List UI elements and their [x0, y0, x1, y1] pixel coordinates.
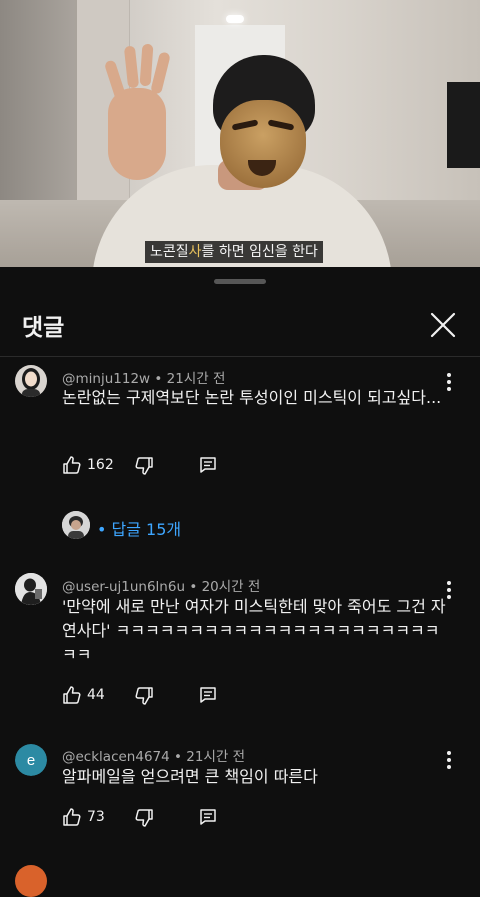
video-player[interactable]: 노콘질사를 하면 임신을 한다 [0, 0, 480, 267]
like-count: 162 [87, 457, 114, 473]
video-finger [150, 51, 171, 95]
thumbs-up-icon[interactable] [62, 807, 82, 827]
meta-separator: • [174, 749, 182, 765]
replies-label[interactable]: • 답글 15개 [97, 516, 181, 540]
like-count: 44 [87, 687, 105, 703]
thumbs-up-icon[interactable] [62, 685, 82, 705]
comment-time: 21시간 전 [166, 371, 226, 387]
reply-author-avatar [62, 511, 90, 539]
video-tv [447, 82, 480, 168]
caption-text-pre: 노콘질 [150, 244, 189, 260]
drag-handle[interactable] [214, 279, 266, 284]
comment-author[interactable]: @user-uj1un6ln6u [62, 579, 185, 595]
panel-title: 댓글 [22, 315, 65, 341]
meta-separator: • [154, 371, 163, 387]
reply-icon[interactable] [199, 808, 217, 826]
caption-text-post: 를 하면 임신을 한다 [201, 244, 318, 260]
avatar-portrait-icon [15, 365, 47, 397]
comment-time: 20시간 전 [201, 579, 261, 595]
thumbs-up-icon[interactable] [62, 455, 82, 475]
comment-text: 논란없는 구제역보단 논란 투성이인 미스틱이 되고싶다... [62, 388, 442, 407]
avatar[interactable] [15, 365, 47, 397]
avatar-portrait-icon [62, 511, 90, 539]
like-count: 73 [87, 809, 105, 825]
caption-text-highlight: 사 [188, 244, 202, 260]
avatar-letter: e [27, 752, 35, 769]
avatar-portrait-icon [15, 573, 47, 605]
comment-author[interactable]: @ecklacen4674 [62, 749, 170, 765]
close-icon[interactable] [428, 310, 458, 340]
next-comment-avatar [15, 865, 47, 897]
avatar[interactable]: e [15, 744, 47, 776]
video-caption: 노콘질사를 하면 임신을 한다 [145, 241, 323, 263]
reply-icon[interactable] [199, 456, 217, 474]
comments-panel: 댓글 @minju112w • 21시간 전 논란없는 구제역보단 논란 투성이… [0, 267, 480, 897]
avatar-letter-icon: e [15, 744, 47, 776]
comment-text: '만약에 새로 만난 여자가 미스틱한테 맞아 죽어도 그건 자연사다' ㅋㅋㅋ… [62, 597, 446, 664]
avatar[interactable] [15, 573, 47, 605]
panel-divider [0, 356, 480, 357]
meta-separator: • [189, 579, 198, 595]
thumbs-down-icon[interactable] [134, 456, 154, 476]
comment-text: 알파메일을 얻으려면 큰 책임이 따른다 [62, 767, 318, 786]
video-finger [139, 43, 154, 87]
thumbs-down-icon[interactable] [134, 808, 154, 828]
comment-time: 21시간 전 [186, 749, 246, 765]
reply-icon[interactable] [199, 686, 217, 704]
thumbs-down-icon[interactable] [134, 686, 154, 706]
video-ceiling-light [226, 15, 244, 23]
comment-author[interactable]: @minju112w [62, 371, 150, 387]
comment-meta: @user-uj1un6ln6u • 20시간 전 [62, 575, 260, 595]
comment-meta: @minju112w • 21시간 전 [62, 367, 225, 387]
video-hand [108, 88, 166, 180]
comment-meta: @ecklacen4674 • 21시간 전 [62, 745, 245, 765]
